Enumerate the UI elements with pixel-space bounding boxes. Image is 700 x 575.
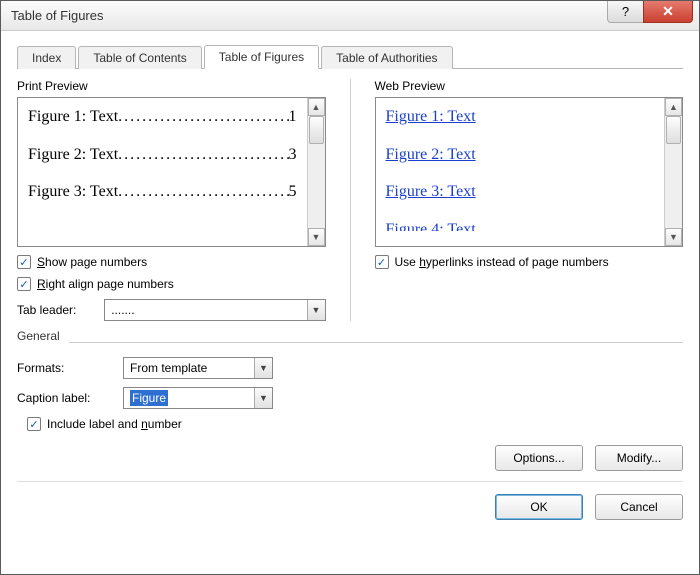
dropdown-button[interactable]: ▼ <box>254 388 272 408</box>
scroll-track[interactable] <box>308 116 325 228</box>
show-page-numbers-checkbox[interactable]: ✓ <box>17 255 31 269</box>
web-preview-box: Figure 1: Text Figure 2: Text Figure 3: … <box>375 97 684 247</box>
dropdown-button[interactable]: ▼ <box>307 300 325 320</box>
figure-page: 5 <box>289 179 297 205</box>
tab-label: Table of Figures <box>219 50 304 64</box>
web-preview-label: Web Preview <box>375 79 684 93</box>
include-label-checkbox[interactable]: ✓ <box>27 417 41 431</box>
figure-page: 3 <box>289 142 297 168</box>
scroll-thumb[interactable] <box>309 116 324 144</box>
button-label: Cancel <box>620 500 657 514</box>
tab-content: Print Preview Figure 1: Text ...........… <box>17 69 683 560</box>
tab-leader-row: Tab leader: ....... ▼ <box>17 299 326 321</box>
include-label-label: Include label and number <box>47 417 182 431</box>
web-preview-item: Figure 1: Text <box>386 104 655 130</box>
figure-label: Figure 1: Text <box>28 104 118 130</box>
scroll-down-button[interactable]: ▼ <box>665 228 682 246</box>
scroll-down-button[interactable]: ▼ <box>308 228 325 246</box>
tab-bar: Index Table of Contents Table of Figures… <box>17 43 683 69</box>
help-icon: ? <box>622 4 629 19</box>
column-divider <box>350 79 351 321</box>
cancel-button[interactable]: Cancel <box>595 494 683 520</box>
use-hyperlinks-label: Use hyperlinks instead of page numbers <box>395 255 609 269</box>
dropdown-button[interactable]: ▼ <box>254 358 272 378</box>
web-preview-item: Figure 2: Text <box>386 142 655 168</box>
caption-label-select[interactable]: Figure ▼ <box>123 387 273 409</box>
web-preview-item: Figure 4: Text <box>386 217 655 231</box>
tab-leader-fill: ............................... <box>118 142 288 168</box>
button-label: Modify... <box>617 451 661 465</box>
show-page-numbers-label: Show page numbers <box>37 255 147 269</box>
titlebar: Table of Figures ? ✕ <box>1 1 699 31</box>
tab-table-of-figures[interactable]: Table of Figures <box>204 45 319 69</box>
modify-button[interactable]: Modify... <box>595 445 683 471</box>
help-button[interactable]: ? <box>607 1 643 23</box>
web-preview-body: Figure 1: Text Figure 2: Text Figure 3: … <box>376 98 665 246</box>
tab-leader-label: Tab leader: <box>17 303 94 317</box>
scrollbar[interactable]: ▲ ▼ <box>307 98 325 246</box>
formats-value: From template <box>124 361 254 375</box>
general-legend: General <box>17 329 64 343</box>
right-align-checkbox[interactable]: ✓ <box>17 277 31 291</box>
client-area: Index Table of Contents Table of Figures… <box>1 31 699 574</box>
chevron-down-icon: ▼ <box>259 393 268 403</box>
tab-index[interactable]: Index <box>17 46 76 69</box>
chevron-down-icon: ▼ <box>259 363 268 373</box>
button-label: Options... <box>513 451 564 465</box>
right-align-label: Right align page numbers <box>37 277 174 291</box>
tab-leader-value: ....... <box>105 303 306 317</box>
tab-label: Table of Contents <box>93 51 186 65</box>
print-preview-item: Figure 1: Text .........................… <box>28 104 297 130</box>
print-preview-item: Figure 3: Text .........................… <box>28 179 297 205</box>
tab-leader-fill: ............................... <box>118 179 288 205</box>
include-label-row: ✓ Include label and number <box>27 417 683 431</box>
tab-leader-select[interactable]: ....... ▼ <box>104 299 325 321</box>
caption-label-value: Figure <box>124 391 254 405</box>
general-fieldset: General Formats: From template ▼ Caption… <box>17 337 683 471</box>
scrollbar[interactable]: ▲ ▼ <box>664 98 682 246</box>
web-preview-column: Web Preview Figure 1: Text Figure 2: Tex… <box>375 79 684 321</box>
show-page-numbers-row: ✓ Show page numbers <box>17 255 326 269</box>
scroll-up-button[interactable]: ▲ <box>308 98 325 116</box>
right-align-row: ✓ Right align page numbers <box>17 277 326 291</box>
tab-table-of-authorities[interactable]: Table of Authorities <box>321 46 452 69</box>
scroll-thumb[interactable] <box>666 116 681 144</box>
caption-label-row: Caption label: Figure ▼ <box>17 387 683 409</box>
chevron-down-icon: ▼ <box>312 305 321 315</box>
print-preview-column: Print Preview Figure 1: Text ...........… <box>17 79 326 321</box>
preview-columns: Print Preview Figure 1: Text ...........… <box>17 79 683 321</box>
scroll-up-button[interactable]: ▲ <box>665 98 682 116</box>
formats-label: Formats: <box>17 361 113 375</box>
print-preview-item: Figure 2: Text .........................… <box>28 142 297 168</box>
tab-label: Table of Authorities <box>336 51 437 65</box>
close-icon: ✕ <box>662 3 674 20</box>
window-title: Table of Figures <box>11 8 607 23</box>
button-label: OK <box>530 500 547 514</box>
dialog-buttons: OK Cancel <box>17 481 683 520</box>
options-modify-row: Options... Modify... <box>17 445 683 471</box>
formats-row: Formats: From template ▼ <box>17 357 683 379</box>
print-preview-box: Figure 1: Text .........................… <box>17 97 326 247</box>
use-hyperlinks-checkbox[interactable]: ✓ <box>375 255 389 269</box>
options-button[interactable]: Options... <box>495 445 583 471</box>
close-button[interactable]: ✕ <box>643 1 693 23</box>
formats-select[interactable]: From template ▼ <box>123 357 273 379</box>
web-preview-item: Figure 3: Text <box>386 179 655 205</box>
tab-table-of-contents[interactable]: Table of Contents <box>78 46 201 69</box>
use-hyperlinks-row: ✓ Use hyperlinks instead of page numbers <box>375 255 684 269</box>
scroll-track[interactable] <box>665 116 682 228</box>
figure-page: 1 <box>289 104 297 130</box>
figure-label: Figure 2: Text <box>28 142 118 168</box>
figure-label: Figure 3: Text <box>28 179 118 205</box>
fieldset-line <box>69 342 683 343</box>
caption-label-label: Caption label: <box>17 391 113 405</box>
tab-leader-fill: ............................... <box>118 104 288 130</box>
dialog-window: Table of Figures ? ✕ Index Table of Cont… <box>0 0 700 575</box>
print-preview-label: Print Preview <box>17 79 326 93</box>
titlebar-buttons: ? ✕ <box>607 1 699 30</box>
print-preview-body: Figure 1: Text .........................… <box>18 98 307 246</box>
ok-button[interactable]: OK <box>495 494 583 520</box>
tab-label: Index <box>32 51 61 65</box>
